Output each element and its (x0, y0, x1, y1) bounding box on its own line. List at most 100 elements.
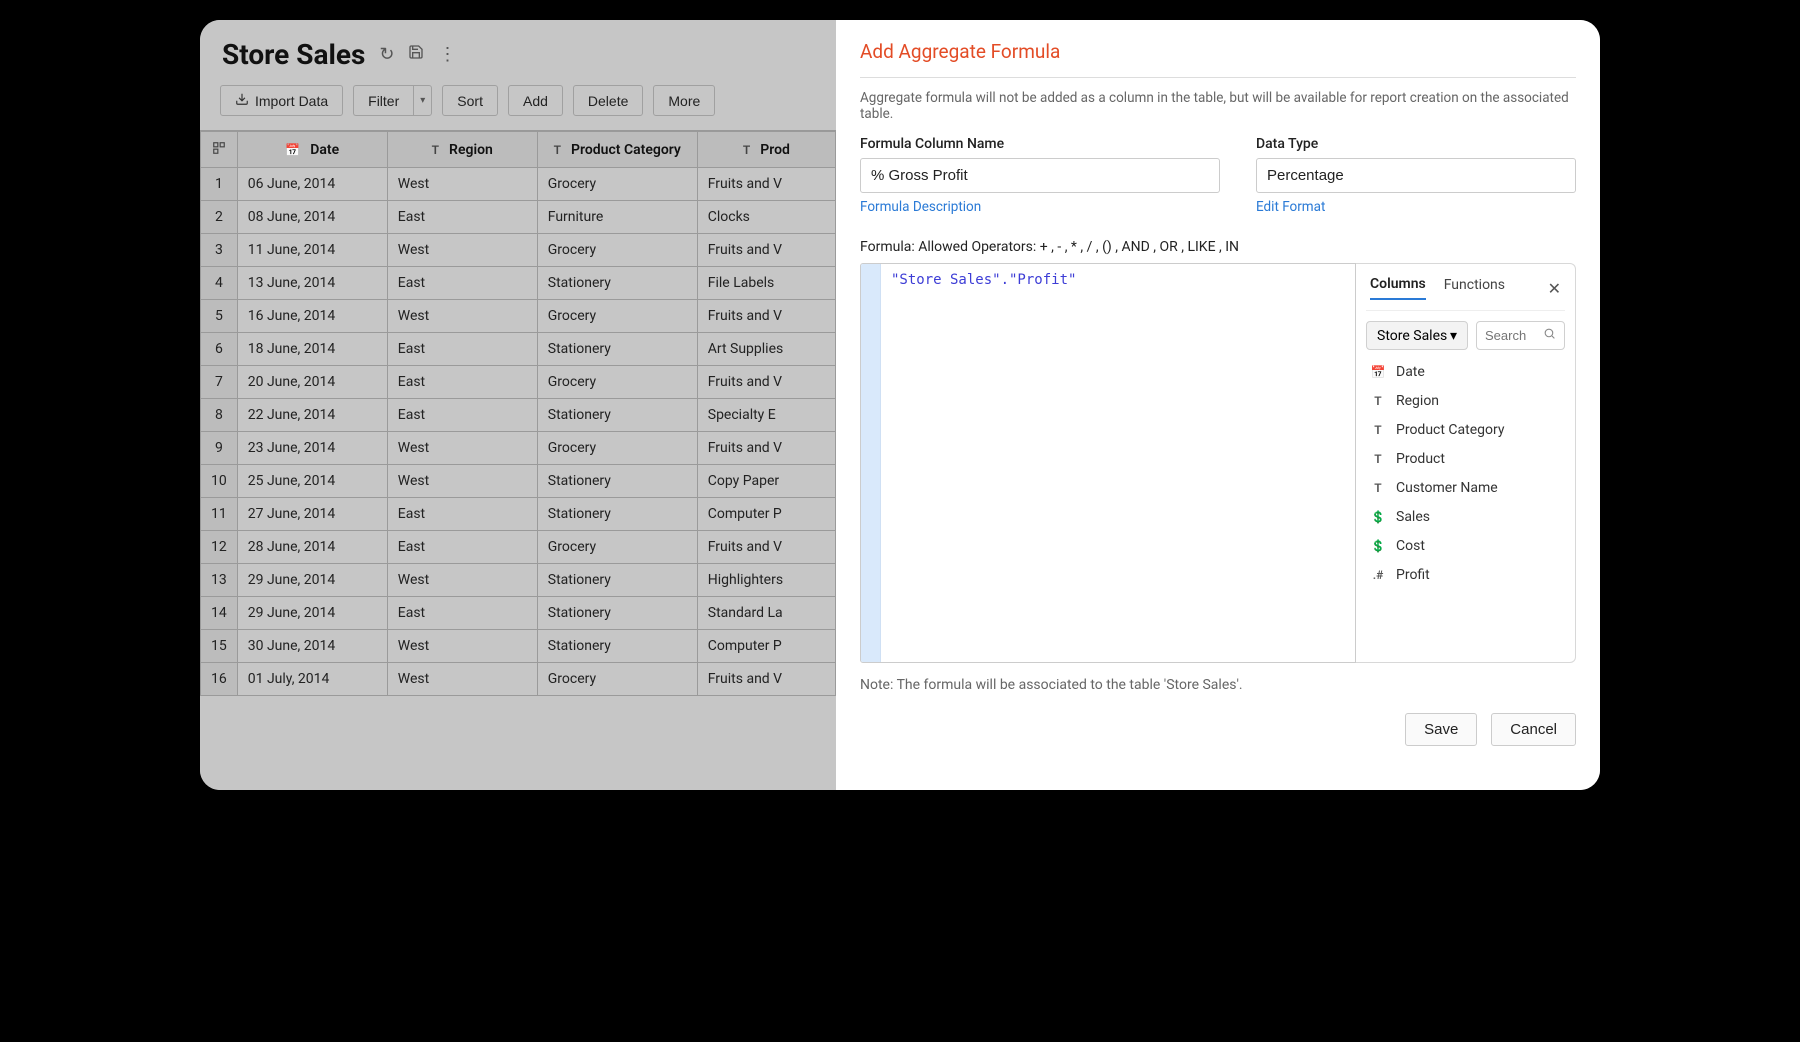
cell-category: Grocery (537, 300, 697, 333)
table-row[interactable]: 618 June, 2014EastStationeryArt Supplies (201, 333, 836, 366)
column-label: Customer Name (1396, 480, 1498, 496)
table-row[interactable]: 208 June, 2014EastFurnitureClocks (201, 201, 836, 234)
divider (860, 77, 1576, 78)
row-number: 14 (201, 597, 238, 630)
import-button[interactable]: Import Data (220, 85, 343, 116)
cell-category: Stationery (537, 564, 697, 597)
table-row[interactable]: 1127 June, 2014EastStationeryComputer P (201, 498, 836, 531)
formula-editor[interactable]: "Store Sales"."Profit" (860, 263, 1356, 663)
import-label: Import Data (255, 93, 328, 109)
column-label: Product (1396, 451, 1445, 467)
column-item[interactable]: 📅Date (1366, 362, 1565, 382)
cell-category: Grocery (537, 366, 697, 399)
row-number: 3 (201, 234, 238, 267)
column-item[interactable]: 💲Cost (1366, 536, 1565, 556)
formula-description-link[interactable]: Formula Description (860, 199, 1220, 215)
row-number: 6 (201, 333, 238, 366)
type-icon: T (1370, 423, 1386, 437)
table-select[interactable]: Store Sales ▾ (1366, 321, 1468, 350)
table-row[interactable]: 923 June, 2014WestGroceryFruits and V (201, 432, 836, 465)
col-product[interactable]: TProd (697, 132, 835, 168)
data-type-select[interactable] (1256, 158, 1576, 193)
cell-product: Art Supplies (697, 333, 835, 366)
table-row[interactable]: 516 June, 2014WestGroceryFruits and V (201, 300, 836, 333)
table-row[interactable]: 1601 July, 2014WestGroceryFruits and V (201, 663, 836, 696)
cell-product: Fruits and V (697, 531, 835, 564)
cell-date: 22 June, 2014 (237, 399, 387, 432)
close-sidebar-icon[interactable]: ✕ (1548, 279, 1561, 298)
cell-date: 30 June, 2014 (237, 630, 387, 663)
filter-split: Filter (353, 85, 432, 116)
refresh-icon[interactable]: ↻ (379, 44, 394, 65)
cell-region: West (387, 465, 537, 498)
filter-button[interactable]: Filter (353, 85, 413, 116)
col-region[interactable]: TRegion (387, 132, 537, 168)
table-row[interactable]: 1025 June, 2014WestStationeryCopy Paper (201, 465, 836, 498)
table-row[interactable]: 311 June, 2014WestGroceryFruits and V (201, 234, 836, 267)
cell-date: 20 June, 2014 (237, 366, 387, 399)
column-label: Region (1396, 393, 1439, 409)
tab-columns[interactable]: Columns (1370, 276, 1426, 300)
type-icon: T (1370, 394, 1386, 408)
col-category-label: Product Category (571, 142, 681, 158)
data-table: 📅Date TRegion TProduct Category TProd 10… (200, 131, 836, 696)
formula-name-input[interactable] (860, 158, 1220, 193)
cell-category: Grocery (537, 663, 697, 696)
cell-product: Computer P (697, 498, 835, 531)
sort-button[interactable]: Sort (442, 85, 498, 116)
cell-category: Stationery (537, 597, 697, 630)
column-label: Product Category (1396, 422, 1505, 438)
column-item[interactable]: TProduct (1366, 449, 1565, 469)
column-search[interactable] (1476, 321, 1565, 350)
panel-title: Add Aggregate Formula (860, 40, 1576, 63)
col-product-label: Prod (760, 142, 790, 158)
column-item[interactable]: TCustomer Name (1366, 478, 1565, 498)
col-category[interactable]: TProduct Category (537, 132, 697, 168)
text-icon: T (432, 143, 439, 157)
column-label: Date (1396, 364, 1425, 380)
cell-date: 29 June, 2014 (237, 564, 387, 597)
cell-region: West (387, 630, 537, 663)
cell-category: Stationery (537, 333, 697, 366)
edit-format-link[interactable]: Edit Format (1256, 199, 1576, 215)
row-number: 7 (201, 366, 238, 399)
add-button[interactable]: Add (508, 85, 563, 116)
column-item[interactable]: 💲Sales (1366, 507, 1565, 527)
app-window: Store Sales ↻ ⋮ Import Data Filter Sort … (200, 20, 1600, 790)
table-row[interactable]: 720 June, 2014EastGroceryFruits and V (201, 366, 836, 399)
table-row[interactable]: 1530 June, 2014WestStationeryComputer P (201, 630, 836, 663)
cell-date: 01 July, 2014 (237, 663, 387, 696)
formula-code[interactable]: "Store Sales"."Profit" (881, 264, 1355, 662)
col-date[interactable]: 📅Date (237, 132, 387, 168)
row-number: 12 (201, 531, 238, 564)
column-item[interactable]: T Product Category (1366, 420, 1565, 440)
cancel-button[interactable]: Cancel (1491, 713, 1576, 746)
cell-date: 06 June, 2014 (237, 168, 387, 201)
col-corner[interactable] (201, 132, 238, 168)
cell-product: Fruits and V (697, 168, 835, 201)
table-row[interactable]: 1228 June, 2014EastGroceryFruits and V (201, 531, 836, 564)
search-input[interactable] (1485, 328, 1539, 343)
more-button[interactable]: More (653, 85, 715, 116)
save-icon[interactable] (408, 44, 424, 65)
column-item[interactable]: .#Profit (1366, 565, 1565, 585)
more-menu-icon[interactable]: ⋮ (438, 44, 456, 65)
row-number: 8 (201, 399, 238, 432)
delete-button[interactable]: Delete (573, 85, 643, 116)
tab-functions[interactable]: Functions (1444, 277, 1505, 299)
search-icon (1543, 327, 1556, 344)
cell-category: Grocery (537, 432, 697, 465)
cell-region: East (387, 531, 537, 564)
col-date-label: Date (310, 142, 339, 158)
import-icon (235, 92, 249, 109)
filter-dropdown-icon[interactable] (413, 85, 432, 116)
table-row[interactable]: 1429 June, 2014EastStationeryStandard La (201, 597, 836, 630)
cell-category: Stationery (537, 498, 697, 531)
table-row[interactable]: 822 June, 2014EastStationerySpecialty E (201, 399, 836, 432)
table-row[interactable]: 1329 June, 2014WestStationeryHighlighter… (201, 564, 836, 597)
table-row[interactable]: 413 June, 2014EastStationeryFile Labels (201, 267, 836, 300)
column-item[interactable]: T Region (1366, 391, 1565, 411)
cell-category: Stationery (537, 465, 697, 498)
table-row[interactable]: 106 June, 2014WestGroceryFruits and V (201, 168, 836, 201)
save-button[interactable]: Save (1405, 713, 1477, 746)
